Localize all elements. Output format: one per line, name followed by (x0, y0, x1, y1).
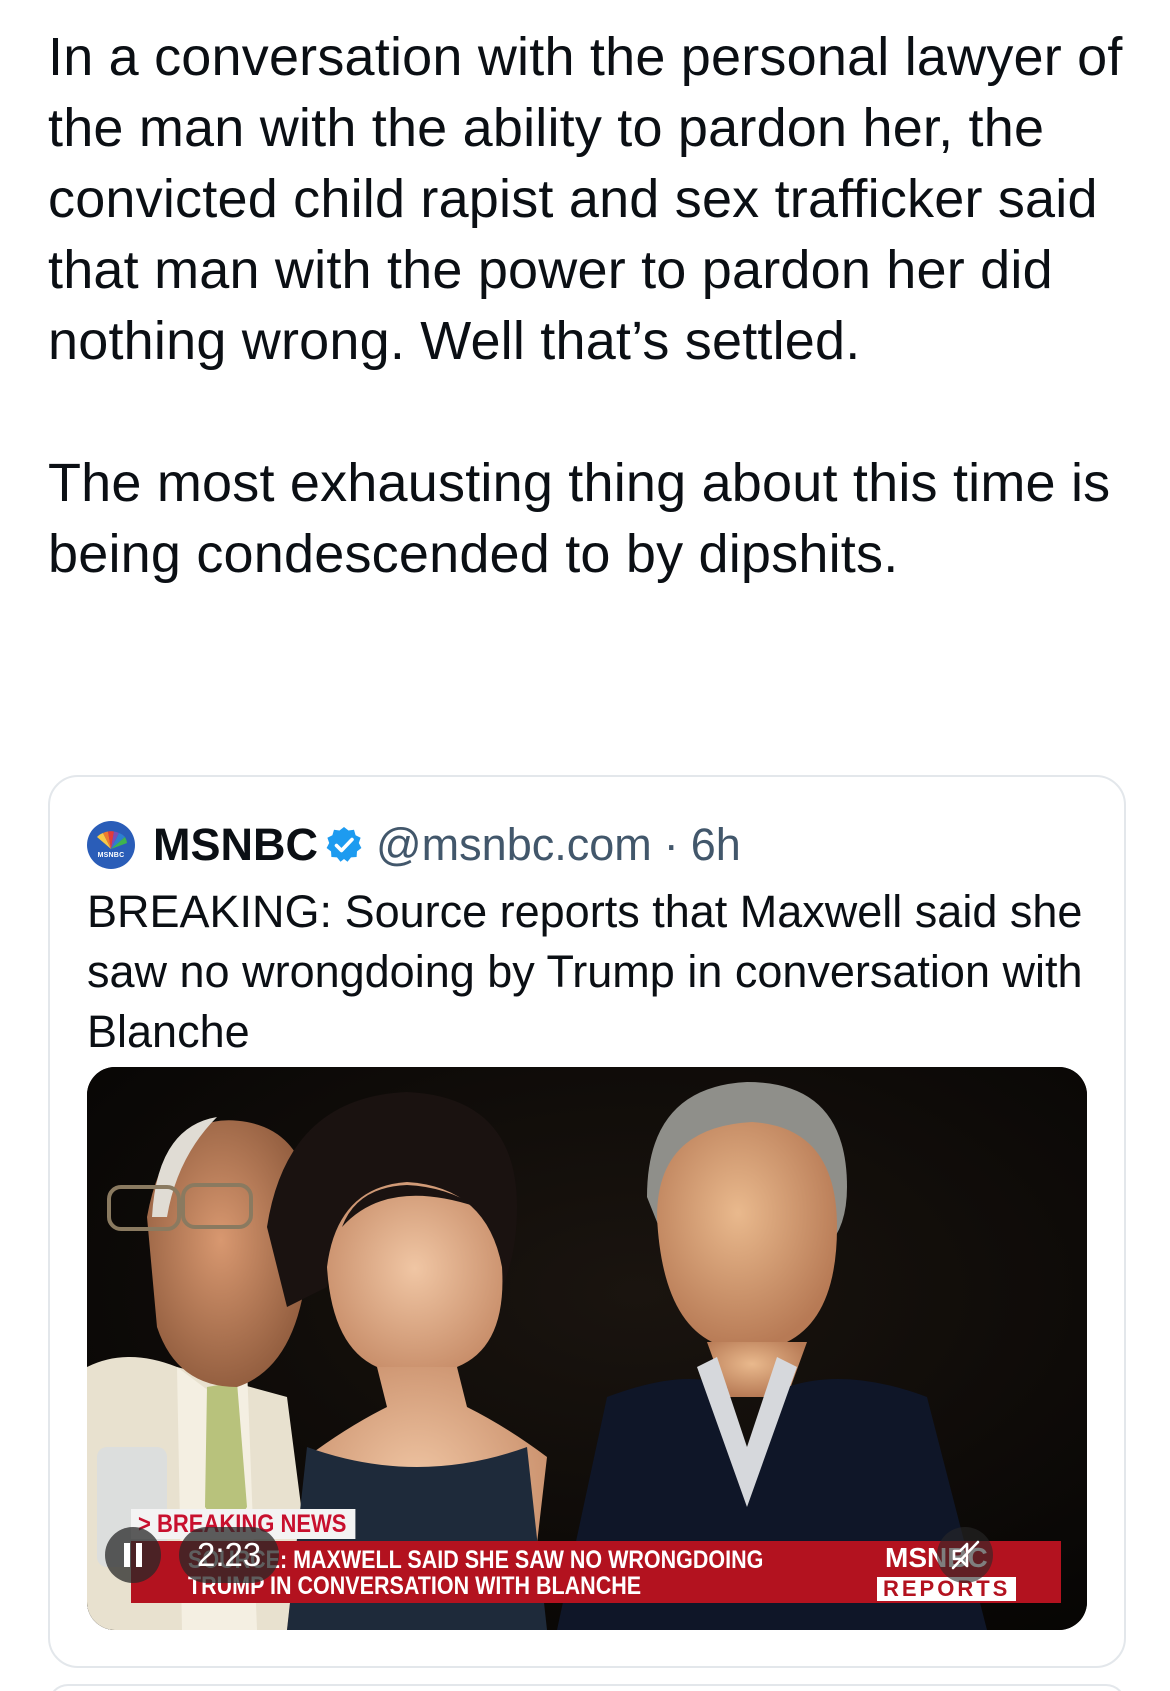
pause-icon-bar (136, 1543, 142, 1567)
pause-button[interactable] (105, 1527, 161, 1583)
post-paragraph-1: In a conversation with the personal lawy… (48, 27, 1123, 371)
headline-line-2: TRUMP IN CONVERSATION WITH BLANCHE (188, 1572, 642, 1600)
headline-line-1: SOURCE: MAXWELL SAID SHE SAW NO WRONGDOI… (188, 1546, 764, 1574)
quoted-post-header: MSNBC MSNBC @msnbc.com · 6h (87, 815, 741, 875)
verified-badge-icon (326, 827, 362, 862)
display-name[interactable]: MSNBC (153, 819, 318, 871)
mute-icon (951, 1540, 980, 1570)
pause-icon (124, 1543, 130, 1567)
video-player[interactable]: > BREAKING NEWS SOURCE: MAXWELL SAID SHE… (87, 1067, 1087, 1630)
separator-dot: · (663, 819, 679, 870)
quoted-post-text: BREAKING: Source reports that Maxwell sa… (87, 886, 1083, 1057)
post-paragraph-2: The most exhausting thing about this tim… (48, 453, 1111, 584)
avatar[interactable]: MSNBC (87, 821, 135, 869)
logo-reports-text: REPORTS (877, 1577, 1017, 1601)
post-body: In a conversation with the personal lawy… (48, 22, 1138, 590)
quoted-post-card[interactable]: MSNBC MSNBC @msnbc.com · 6h BREAKING: So… (48, 775, 1126, 1668)
post-time[interactable]: 6h (691, 819, 741, 871)
mute-button[interactable] (937, 1527, 993, 1583)
next-card-edge (48, 1684, 1126, 1691)
avatar-label: MSNBC (97, 852, 125, 859)
peacock-logo-icon (97, 831, 127, 849)
headline-text: SOURCE: MAXWELL SAID SHE SAW NO WRONGDOI… (188, 1547, 859, 1599)
handle[interactable]: @msnbc.com (376, 819, 652, 871)
video-duration: 2:23 (179, 1527, 280, 1583)
